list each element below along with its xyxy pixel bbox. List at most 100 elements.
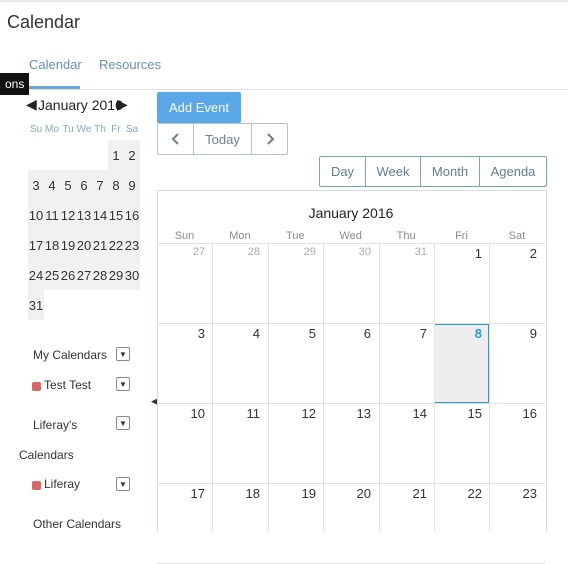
mini-calendar-day[interactable]: 25 [44,260,60,290]
calendar-options-dropdown-icon[interactable]: ▼ [116,377,130,391]
calendar-options-dropdown-icon[interactable]: ▼ [116,477,130,491]
day-number[interactable]: 9 [489,326,537,341]
mini-calendar-empty-cell [44,140,60,170]
mini-calendar-day[interactable]: 31 [28,290,44,320]
mini-calendar-day[interactable]: 15 [108,200,124,230]
weekday-header: Mon [229,230,251,242]
mini-calendar-grid: 1 2 3 4 5 6 7 8 9 10 11 12 13 14 15 16 17 18 19 20 21 22 23 24 2… [28,140,140,320]
today-day-number[interactable]: 8 [434,326,482,341]
day-number[interactable]: 16 [489,406,537,421]
mini-calendar-day[interactable]: 1 [108,140,124,170]
mini-calendar-empty-cell [124,290,140,320]
day-number[interactable]: 14 [379,406,427,421]
view-month-button[interactable]: Month [420,157,479,186]
day-number[interactable]: 6 [323,326,371,341]
mini-calendar-empty-cell [92,140,108,170]
add-event-button[interactable]: Add Event [157,92,241,123]
day-number[interactable]: 1 [434,246,482,261]
mini-calendar-day[interactable]: 6 [76,170,92,200]
mini-calendar-day[interactable]: 24 [28,260,44,290]
mini-calendar-day[interactable]: 12 [60,200,76,230]
mini-calendar-week: 10 11 12 13 14 15 16 [28,200,140,230]
mini-calendar-day[interactable]: 5 [60,170,76,200]
mini-calendar-day[interactable]: 28 [92,260,108,290]
day-number[interactable]: 7 [379,326,427,341]
day-number[interactable]: 23 [489,486,537,501]
other-calendars-label: Other Calendars [33,517,122,531]
tab-calendar[interactable]: Calendar [29,57,82,72]
day-number[interactable]: 13 [323,406,371,421]
mini-prev-month-icon[interactable]: ◀ [26,96,37,113]
day-number[interactable]: 10 [157,406,205,421]
mini-calendar-day[interactable]: 7 [92,170,108,200]
view-day-button[interactable]: Day [320,157,365,186]
mini-calendar-day[interactable]: 3 [28,170,44,200]
day-number[interactable]: 11 [212,406,261,421]
day-number[interactable]: 12 [268,406,316,421]
mini-calendar-day[interactable]: 27 [76,260,92,290]
day-number[interactable]: 31 [379,246,427,258]
mini-calendar-day[interactable]: 22 [108,230,124,260]
mini-next-month-icon[interactable]: ▶ [117,96,128,113]
mini-calendar-day[interactable]: 30 [124,260,140,290]
view-agenda-button[interactable]: Agenda [479,157,546,186]
mini-calendar-day[interactable]: 11 [44,200,60,230]
calendar-name[interactable]: Liferay [44,477,80,491]
prev-period-button[interactable] [158,124,194,154]
day-number[interactable]: 17 [157,486,205,501]
weekday-header: Wed [339,230,362,242]
calendar-color-swatch [32,481,41,490]
mini-calendar-day[interactable]: 17 [28,230,44,260]
grid-line [157,243,545,244]
mini-calendar-day[interactable]: 9 [124,170,140,200]
day-number[interactable]: 2 [489,246,537,261]
calendar-name[interactable]: Test Test [44,378,91,392]
mini-calendar-day[interactable]: 10 [28,200,44,230]
mini-calendar-day[interactable]: 18 [44,230,60,260]
grid-line [157,323,545,324]
day-number[interactable]: 20 [323,486,371,501]
mini-calendar-week: 31 [28,290,140,320]
day-number[interactable]: 27 [157,246,205,258]
mini-calendar-day[interactable]: 16 [124,200,140,230]
mini-calendar-day[interactable]: 13 [76,200,92,230]
mini-calendar-day[interactable]: 19 [60,230,76,260]
day-number[interactable]: 29 [268,246,316,258]
mini-calendar-empty-cell [76,290,92,320]
day-number[interactable]: 19 [268,486,316,501]
day-number[interactable]: 15 [434,406,482,421]
mini-calendar-day[interactable]: 26 [60,260,76,290]
today-button[interactable]: Today [194,124,252,154]
mini-calendar-day[interactable]: 21 [92,230,108,260]
next-period-button[interactable] [252,124,287,154]
mini-calendar-day[interactable]: 8 [108,170,124,200]
mini-calendar-day[interactable]: 2 [124,140,140,170]
view-week-button[interactable]: Week [365,157,420,186]
mini-weekday: Fr [111,124,121,135]
tab-resources[interactable]: Resources [99,57,161,72]
tooltip: ons [0,73,30,95]
day-number[interactable]: 30 [323,246,371,258]
mini-calendar-week: 17 18 19 20 21 22 23 [28,230,140,260]
mini-calendar-day[interactable]: 14 [92,200,108,230]
day-number[interactable]: 4 [212,326,260,341]
mini-calendar-day[interactable]: 4 [44,170,60,200]
liferay-calendars-dropdown-icon[interactable]: ▼ [116,416,130,430]
day-number[interactable]: 28 [212,246,260,258]
my-calendars-dropdown-icon[interactable]: ▼ [116,347,130,361]
mini-calendar-empty-cell [60,290,76,320]
day-number[interactable]: 5 [268,326,316,341]
mini-calendar-empty-cell [60,140,76,170]
mini-calendar-empty-cell [44,290,60,320]
mini-weekday: Su [29,124,43,135]
day-number[interactable]: 21 [379,486,427,501]
tabs-divider [0,89,568,90]
mini-calendar-empty-cell [28,140,44,170]
day-number[interactable]: 22 [434,486,482,501]
day-number[interactable]: 18 [212,486,260,501]
mini-calendar-day[interactable]: 20 [76,230,92,260]
mini-calendar-day[interactable]: 29 [108,260,124,290]
mini-calendar-empty-cell [92,290,108,320]
mini-calendar-day[interactable]: 23 [124,230,140,260]
day-number[interactable]: 3 [157,326,205,341]
